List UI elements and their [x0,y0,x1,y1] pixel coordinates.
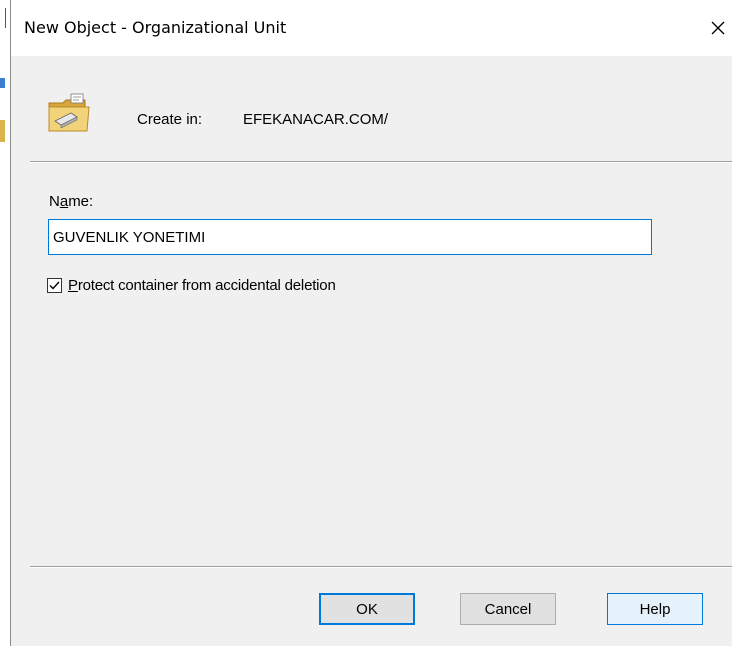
close-icon [711,21,725,35]
protect-container-checkbox[interactable]: Protect container from accidental deleti… [47,275,336,295]
protect-label-access-key: P [68,276,78,294]
checkmark-icon [49,281,60,290]
help-button[interactable]: Help [607,593,703,625]
header-divider [30,161,732,163]
dialog-body: Create in: EFEKANACAR.COM/ Name: Protect… [11,56,732,646]
protect-container-label: Protect container from accidental deleti… [68,277,336,294]
footer-divider [30,566,732,568]
cancel-button[interactable]: Cancel [460,593,556,625]
close-button[interactable] [704,10,732,46]
checkbox-box[interactable] [47,277,62,293]
window-title: New Object - Organizational Unit [24,18,287,37]
name-label-suffix: me: [68,193,94,210]
background-window-edge [0,0,10,646]
create-in-label: Create in: [137,111,203,128]
background-window-mark [0,120,5,142]
title-bar[interactable]: New Object - Organizational Unit [11,0,732,56]
name-label-access-key: a [59,193,69,210]
background-window-mark [0,8,6,28]
ok-button[interactable]: OK [319,593,415,625]
name-input[interactable] [48,219,652,255]
protect-label-text: rotect container from accidental deletio… [77,276,336,294]
new-object-dialog: New Object - Organizational Unit Create … [10,0,732,646]
background-window-mark [0,78,5,88]
name-label: Name: [49,193,93,210]
organizational-unit-folder-icon [48,93,90,132]
screen: New Object - Organizational Unit Create … [0,0,732,646]
create-in-path: EFEKANACAR.COM/ [243,111,389,128]
name-label-prefix: N [49,193,60,210]
